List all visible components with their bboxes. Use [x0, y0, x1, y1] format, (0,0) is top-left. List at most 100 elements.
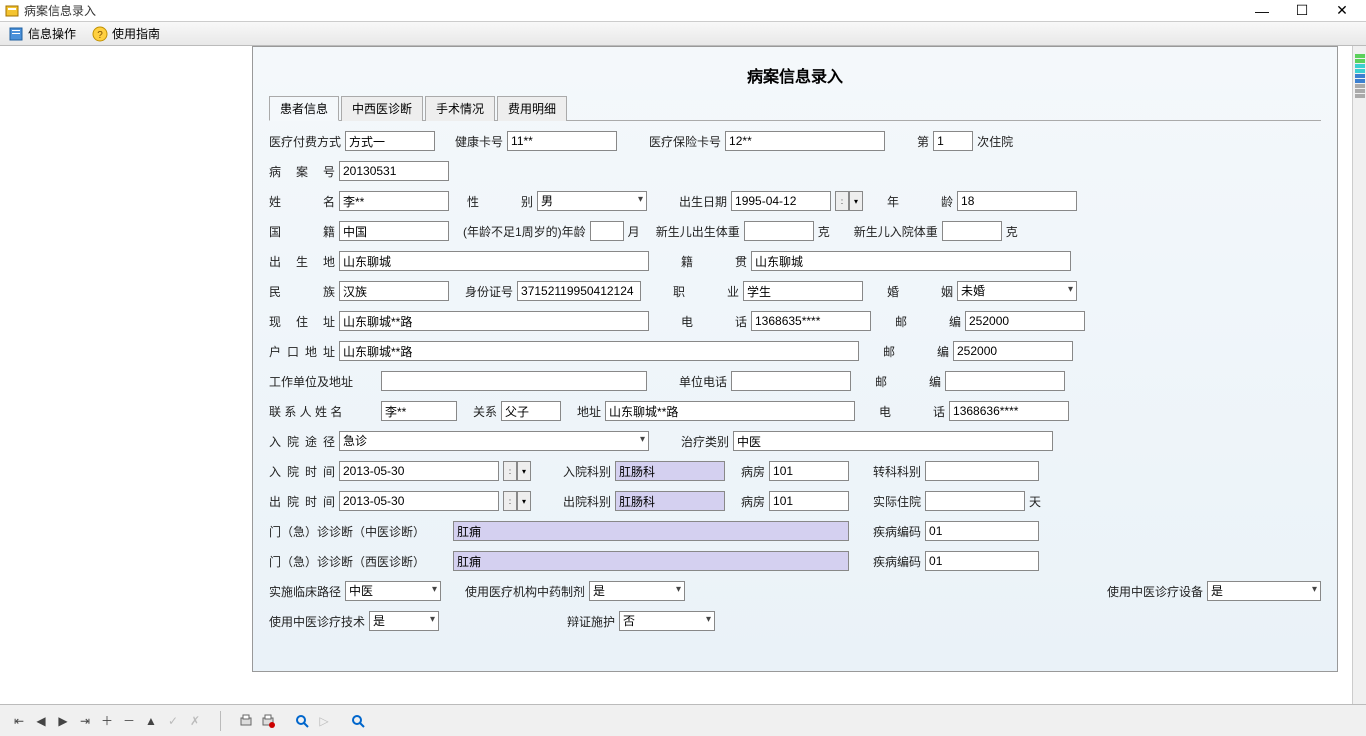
dob-spinner[interactable]: :▾	[835, 191, 863, 211]
label-hometown: 籍 贯	[681, 253, 747, 270]
label-age-under1: (年龄不足1周岁的)年龄	[463, 223, 586, 240]
admit-route-select[interactable]: 急诊	[339, 431, 649, 451]
minimize-button[interactable]: —	[1242, 2, 1282, 20]
zipcode3-input[interactable]	[945, 371, 1065, 391]
tcm-prep-select[interactable]: 是	[589, 581, 685, 601]
clinical-path-select[interactable]: 中医	[345, 581, 441, 601]
insurance-input[interactable]	[725, 131, 885, 151]
reg-address-input[interactable]	[339, 341, 859, 361]
sex-select[interactable]: 男	[537, 191, 647, 211]
dialectic-select[interactable]: 否	[619, 611, 715, 631]
zipcode2-input[interactable]	[953, 341, 1073, 361]
tab-diagnosis[interactable]: 中西医诊断	[341, 96, 423, 121]
label-dialectic: 辩证施护	[567, 613, 615, 630]
ethnic-input[interactable]	[339, 281, 449, 301]
contact-addr-input[interactable]	[605, 401, 855, 421]
label-admit-route: 入院途径	[269, 433, 335, 450]
print2-button[interactable]	[259, 712, 277, 730]
check-button[interactable]: ✓	[164, 712, 182, 730]
healthcard-input[interactable]	[507, 131, 617, 151]
case-no-input[interactable]	[339, 161, 449, 181]
relation-input[interactable]	[501, 401, 561, 421]
print-button[interactable]	[237, 712, 255, 730]
close-button[interactable]: ✕	[1322, 2, 1362, 20]
disease-code2-input[interactable]	[925, 551, 1039, 571]
contact-phone-input[interactable]	[949, 401, 1069, 421]
age-under1-input[interactable]	[590, 221, 624, 241]
work-phone-input[interactable]	[731, 371, 851, 391]
menu-label: 信息操作	[28, 25, 76, 42]
marriage-select[interactable]: 未婚	[957, 281, 1077, 301]
maximize-button[interactable]: ☐	[1282, 2, 1322, 20]
label-admit-time: 入院时间	[269, 463, 335, 480]
visit-count-input[interactable]	[933, 131, 973, 151]
admit-weight-input[interactable]	[942, 221, 1002, 241]
label-discharge-ward: 病房	[741, 493, 765, 510]
treat-type-input[interactable]	[733, 431, 1053, 451]
nationality-input[interactable]	[339, 221, 449, 241]
label-age: 年 龄	[887, 193, 953, 210]
name-input[interactable]	[339, 191, 449, 211]
transfer-dept-input[interactable]	[925, 461, 1039, 481]
dob-input[interactable]	[731, 191, 831, 211]
label-disease-code1: 疾病编码	[873, 523, 921, 540]
label-clinical-path: 实施临床路径	[269, 583, 341, 600]
zipcode-input[interactable]	[965, 311, 1085, 331]
admit-time-spinner[interactable]: :▾	[503, 461, 531, 481]
label-visit-suffix: 次住院	[977, 133, 1013, 150]
cancel-button[interactable]: ✗	[186, 712, 204, 730]
discharge-time-spinner[interactable]: :▾	[503, 491, 531, 511]
edit-button[interactable]: ▲	[142, 712, 160, 730]
label-phone: 电 话	[681, 313, 747, 330]
work-address-input[interactable]	[381, 371, 647, 391]
menu-info-ops[interactable]: 信息操作	[8, 25, 76, 42]
nav-prev-button[interactable]: ◀	[32, 712, 50, 730]
label-addr-short: 地址	[577, 403, 601, 420]
disease-code1-input[interactable]	[925, 521, 1039, 541]
discharge-dept-input[interactable]	[615, 491, 725, 511]
hometown-input[interactable]	[751, 251, 1071, 271]
statusbar: ⇤ ◀ ▶ ⇥ ＋ － ▲ ✓ ✗ ▷	[0, 704, 1366, 736]
age-input[interactable]	[957, 191, 1077, 211]
tab-surgery[interactable]: 手术情况	[425, 96, 495, 121]
search-button[interactable]	[349, 712, 367, 730]
play-button[interactable]: ▷	[315, 712, 333, 730]
label-month: 月	[628, 223, 640, 240]
label-zipcode: 邮 编	[895, 313, 961, 330]
remove-button[interactable]: －	[120, 712, 138, 730]
contact-name-input[interactable]	[381, 401, 457, 421]
label-dob: 出生日期	[679, 193, 727, 210]
tcm-tech-select[interactable]: 是	[369, 611, 439, 631]
admit-time-input[interactable]	[339, 461, 499, 481]
right-panel	[1352, 46, 1366, 704]
menu-guide[interactable]: ? 使用指南	[92, 25, 160, 42]
nav-last-button[interactable]: ⇥	[76, 712, 94, 730]
add-button[interactable]: ＋	[98, 712, 116, 730]
discharge-time-input[interactable]	[339, 491, 499, 511]
label-tcm-tech: 使用中医诊疗技术	[269, 613, 365, 630]
occupation-input[interactable]	[743, 281, 863, 301]
birthplace-input[interactable]	[339, 251, 649, 271]
admit-ward-input[interactable]	[769, 461, 849, 481]
label-outpatient-tcm: 门（急）诊诊断（中医诊断）	[269, 523, 449, 540]
tab-patient-info[interactable]: 患者信息	[269, 96, 339, 121]
id-no-input[interactable]	[517, 281, 641, 301]
address-input[interactable]	[339, 311, 649, 331]
discharge-ward-input[interactable]	[769, 491, 849, 511]
label-birthplace: 出 生 地	[269, 253, 335, 270]
admit-dept-input[interactable]	[615, 461, 725, 481]
nav-first-button[interactable]: ⇤	[10, 712, 28, 730]
label-admit-dept: 入院科别	[563, 463, 611, 480]
payment-input[interactable]	[345, 131, 435, 151]
phone-input[interactable]	[751, 311, 871, 331]
outpatient-tcm-input[interactable]	[453, 521, 849, 541]
tab-fees[interactable]: 费用明细	[497, 96, 567, 121]
label-treat-type: 治疗类别	[681, 433, 729, 450]
tcm-equip-select[interactable]: 是	[1207, 581, 1321, 601]
outpatient-wm-input[interactable]	[453, 551, 849, 571]
label-case-no: 病 案 号	[269, 163, 335, 180]
actual-stay-input[interactable]	[925, 491, 1025, 511]
birth-weight-input[interactable]	[744, 221, 814, 241]
nav-next-button[interactable]: ▶	[54, 712, 72, 730]
zoom-button[interactable]	[293, 712, 311, 730]
